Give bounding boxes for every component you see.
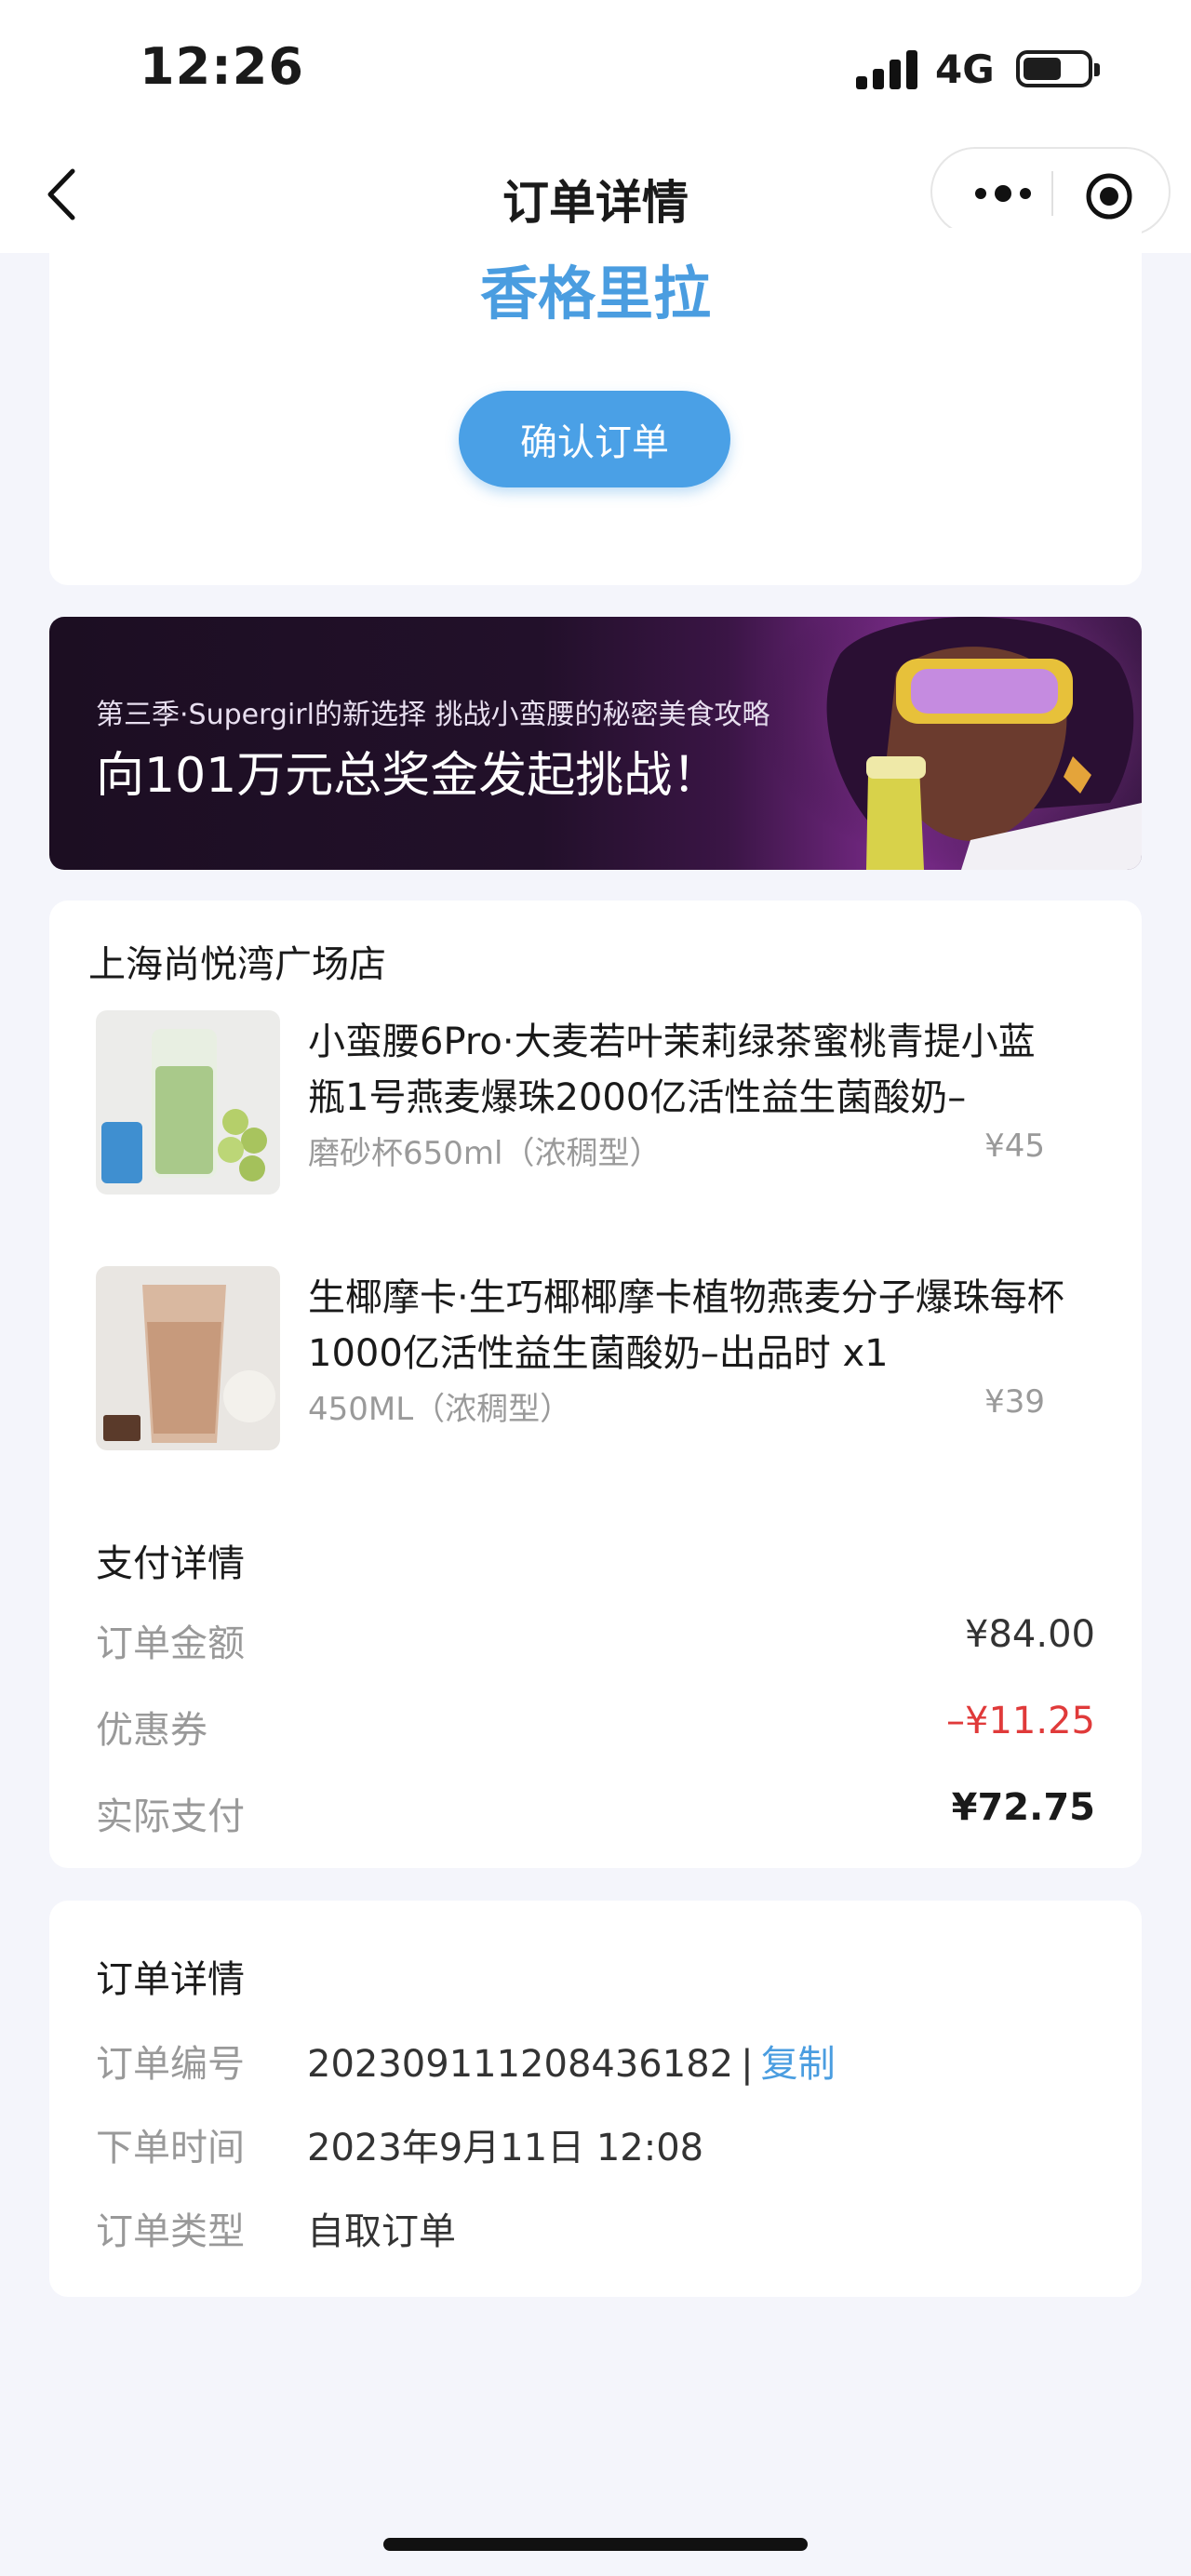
product-spec: 磨砂杯650ml（浓稠型） xyxy=(308,1135,662,1172)
order-time-row: 下单时间 2023年9月11日 12:08 xyxy=(96,2117,1095,2173)
payment-row-actual: 实际支付 ¥72.75 xyxy=(96,1786,1095,1842)
list-item[interactable]: 生椰摩卡·生巧椰椰摩卡植物燕麦分子爆珠每杯1000亿活性益生菌酸奶–出品时 x1… xyxy=(96,1266,1095,1452)
order-type: 自取订单 xyxy=(307,2210,456,2253)
mini-program-capsule xyxy=(930,147,1171,236)
confirm-order-button[interactable]: 确认订单 xyxy=(459,391,730,487)
list-item[interactable]: 小蛮腰6Pro·大麦若叶茉莉绿茶蜜桃青提小蓝瓶1号燕麦爆珠2000亿活性益生菌酸… xyxy=(96,1010,1095,1196)
battery-icon xyxy=(1016,50,1100,87)
order-type-label: 订单类型 xyxy=(96,2210,245,2253)
order-type-row: 订单类型 自取订单 xyxy=(96,2201,1095,2257)
separator: | xyxy=(741,2043,754,2086)
order-time: 2023年9月11日 12:08 xyxy=(307,2127,704,2169)
signal-icon xyxy=(856,48,919,89)
product-price: ¥39 xyxy=(984,1383,1045,1421)
payment-title: 支付详情 xyxy=(96,1542,245,1585)
payment-row-order-amount: 订单金额 ¥84.00 xyxy=(96,1613,1095,1669)
shop-name: 上海尚悦湾广场店 xyxy=(88,943,386,986)
banner-illustration xyxy=(756,617,1142,870)
order-number: 202309111208436182 xyxy=(307,2043,734,2086)
copy-link[interactable]: 复制 xyxy=(761,2043,836,2086)
payment-row-coupon: 优惠券 –¥11.25 xyxy=(96,1700,1095,1755)
payment-label: 订单金额 xyxy=(96,1622,245,1665)
banner-headline: 向101万元总奖金发起挑战！ xyxy=(96,748,721,804)
network-type: 4G xyxy=(935,47,995,92)
order-details-card: 订单详情 订单编号 202309111208436182 | 复制 下单时间 202… xyxy=(49,1901,1142,2297)
payment-label: 优惠券 xyxy=(96,1709,207,1752)
target-icon[interactable] xyxy=(1084,171,1134,221)
discount-value: –¥11.25 xyxy=(946,1700,1095,1742)
product-image xyxy=(96,1010,280,1195)
promo-banner[interactable]: 第三季·Supergirl的新选择 挑战小蛮腰的秘密美食攻略 向101万元总奖金… xyxy=(49,617,1142,870)
product-name: 小蛮腰6Pro·大麦若叶茉莉绿茶蜜桃青提小蓝瓶1号燕麦爆珠2000亿活性益生菌酸… xyxy=(308,1021,1036,1119)
status-time: 12:26 xyxy=(140,37,304,96)
more-dots-icon[interactable] xyxy=(966,177,1040,210)
store-card: 香格里拉 确认订单 xyxy=(49,228,1142,585)
product-spec: 450ML（浓稠型） xyxy=(308,1391,572,1428)
order-number-value-wrap: 202309111208436182 | 复制 xyxy=(307,2034,836,2088)
order-number-row: 订单编号 202309111208436182 | 复制 xyxy=(96,2034,1095,2089)
order-number-label: 订单编号 xyxy=(96,2043,245,2086)
product-price: ¥45 xyxy=(984,1128,1045,1165)
order-card: 上海尚悦湾广场店 小蛮腰6Pro·大麦若叶茉莉绿茶蜜桃青提小蓝瓶1号燕麦爆珠20… xyxy=(49,901,1142,1868)
capsule-divider xyxy=(1051,171,1053,216)
payment-label: 实际支付 xyxy=(96,1795,245,1838)
order-time-label: 下单时间 xyxy=(96,2127,245,2169)
product-image xyxy=(96,1266,280,1450)
banner-subtitle: 第三季·Supergirl的新选择 挑战小蛮腰的秘密美食攻略 xyxy=(96,699,770,731)
product-name: 生椰摩卡·生巧椰椰摩卡植物燕麦分子爆珠每杯1000亿活性益生菌酸奶–出品时 x1 xyxy=(308,1276,1064,1375)
payment-value: ¥84.00 xyxy=(965,1613,1095,1656)
home-indicator xyxy=(383,2538,808,2551)
store-name: 香格里拉 xyxy=(479,260,711,327)
total-value: ¥72.75 xyxy=(951,1786,1095,1829)
status-bar: 12:26 4G xyxy=(0,0,1191,140)
details-title: 订单详情 xyxy=(96,1958,245,2001)
